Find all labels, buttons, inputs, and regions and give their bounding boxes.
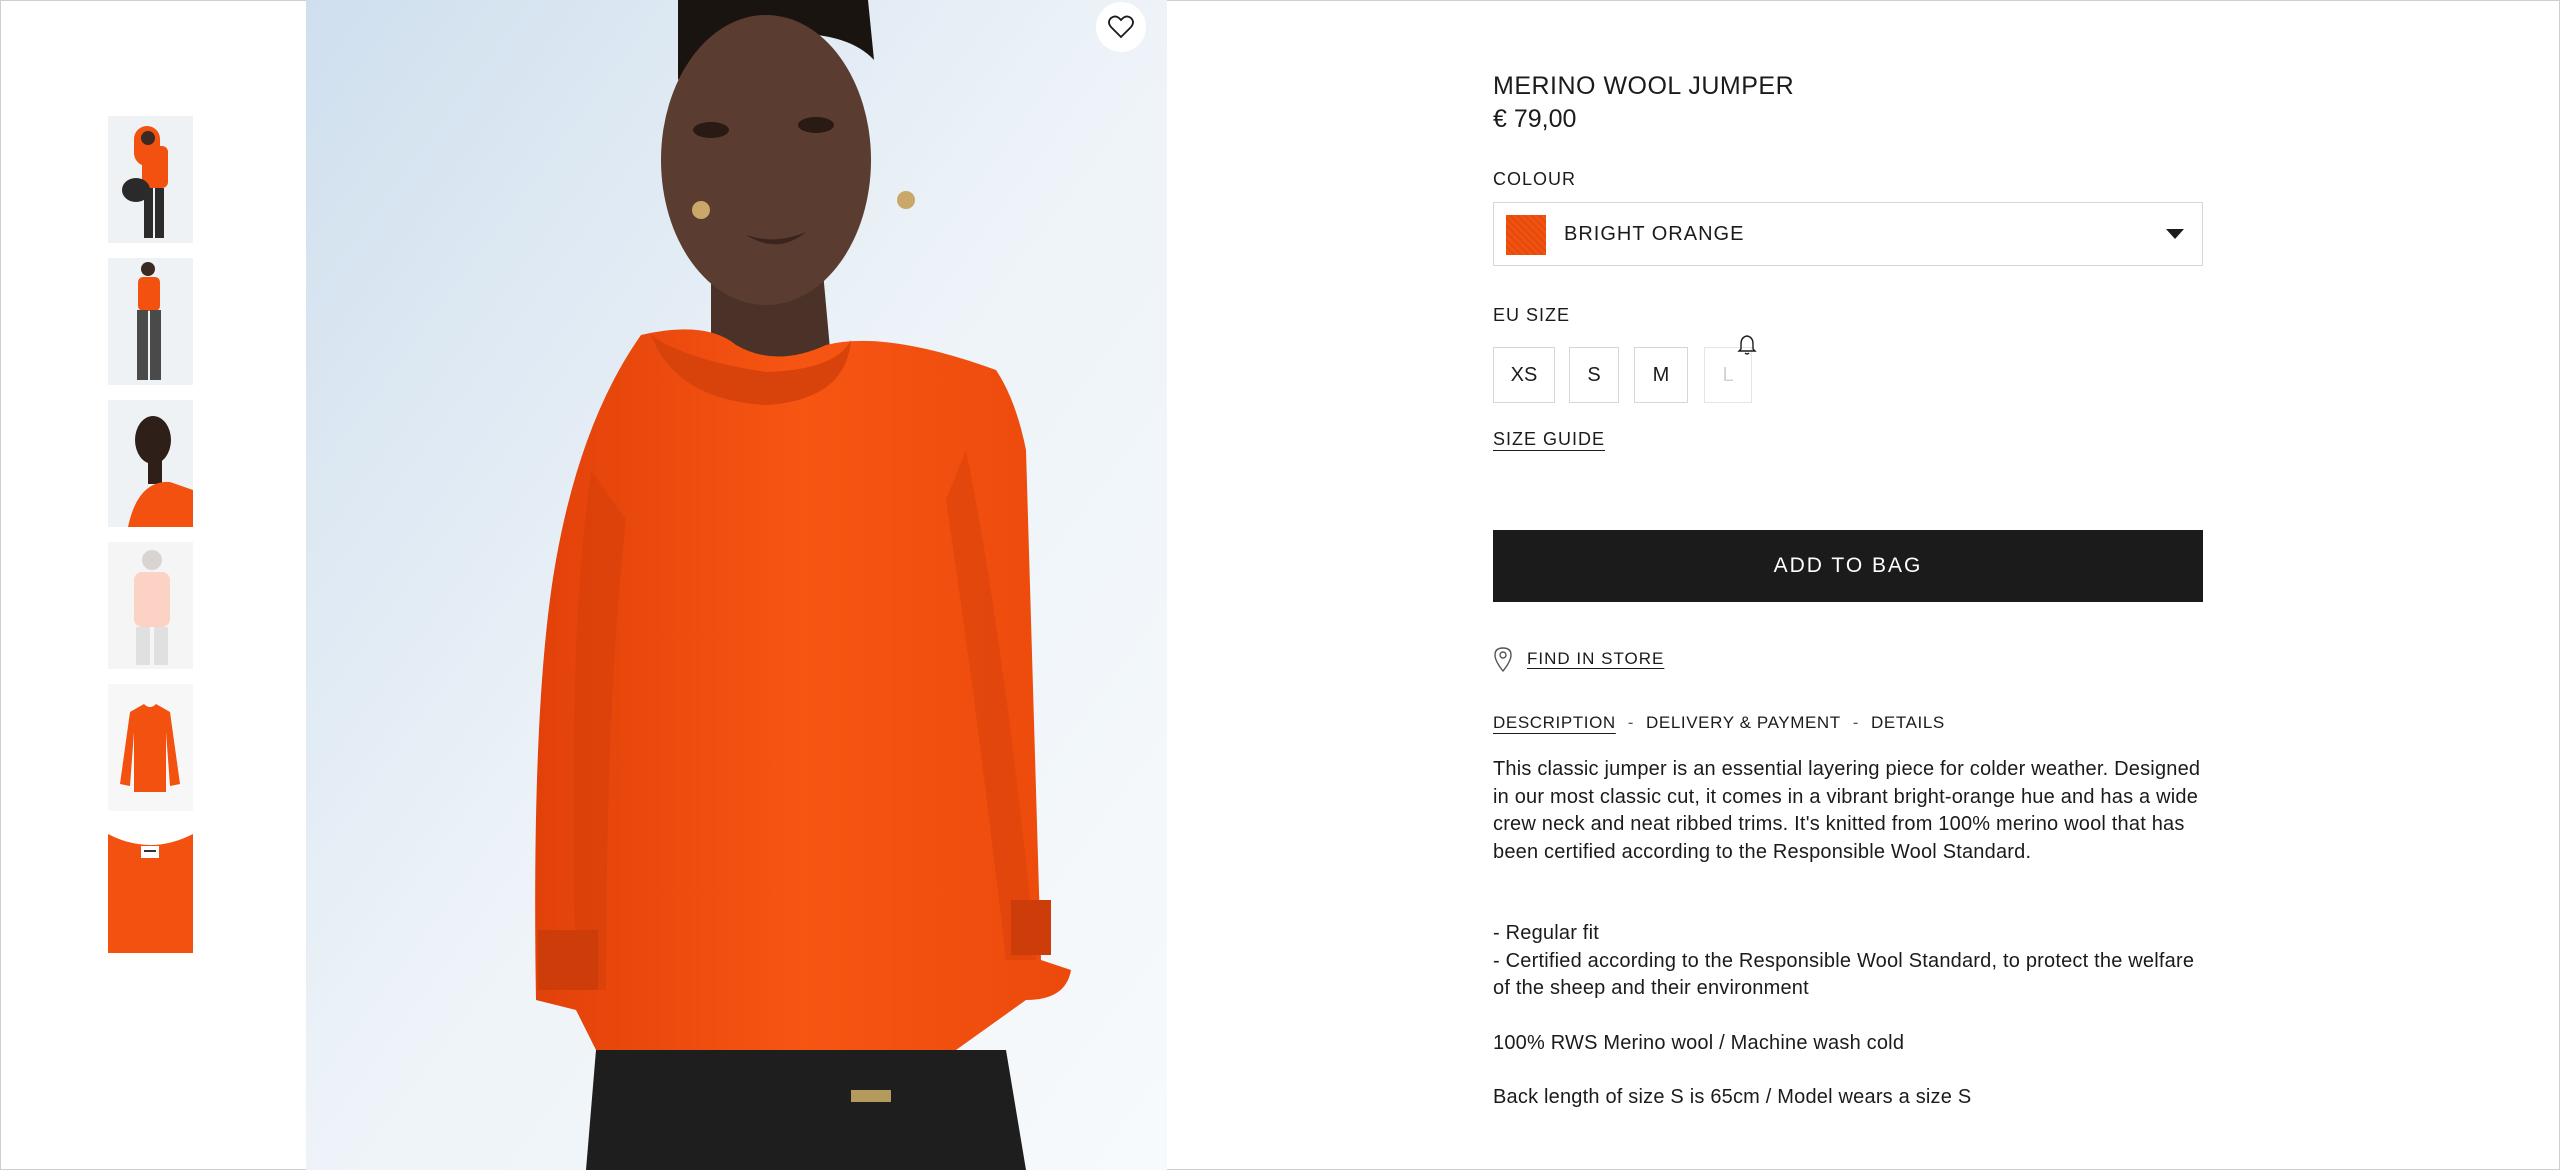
size-option-xs[interactable]: XS xyxy=(1493,347,1555,403)
favourite-button[interactable] xyxy=(1096,2,1146,52)
fit-note-text: Back length of size S is 65cm / Model we… xyxy=(1493,1086,1972,1108)
colour-swatch xyxy=(1506,215,1546,255)
location-pin-icon xyxy=(1494,647,1512,672)
tab-description[interactable]: DESCRIPTION xyxy=(1493,713,1616,733)
product-price: € 79,00 xyxy=(1493,105,1577,133)
thumbnail-2[interactable] xyxy=(108,258,193,385)
thumbnail-1[interactable] xyxy=(108,116,193,243)
tab-delivery-payment[interactable]: DELIVERY & PAYMENT xyxy=(1646,713,1841,733)
size-option-s[interactable]: S xyxy=(1569,347,1619,403)
add-to-bag-button[interactable]: ADD TO BAG xyxy=(1493,530,2203,602)
size-option-m[interactable]: M xyxy=(1634,347,1688,403)
colour-dropdown[interactable]: BRIGHT ORANGE xyxy=(1493,202,2203,266)
heart-icon xyxy=(1108,15,1134,39)
product-main-image[interactable] xyxy=(306,0,1167,1170)
find-in-store-label: FIND IN STORE xyxy=(1527,649,1665,668)
bell-icon[interactable] xyxy=(1737,334,1757,356)
description-bullet: - Regular fit xyxy=(1493,922,1599,944)
colour-selected-value: BRIGHT ORANGE xyxy=(1564,223,1745,245)
thumbnail-4[interactable] xyxy=(108,542,193,669)
chevron-down-icon xyxy=(2166,229,2184,239)
tab-separator: - xyxy=(1627,713,1635,732)
find-in-store-link[interactable]: FIND IN STORE xyxy=(1493,644,1664,674)
size-guide-link[interactable]: SIZE GUIDE xyxy=(1493,429,1605,450)
size-label: EU SIZE xyxy=(1493,305,1571,325)
thumbnail-5[interactable] xyxy=(108,684,193,811)
colour-label: COLOUR xyxy=(1493,169,1577,189)
description-bullet: - Certified according to the Responsible… xyxy=(1493,949,2195,1000)
thumbnail-3[interactable] xyxy=(108,400,193,527)
tab-separator: - xyxy=(1852,713,1860,732)
tab-details[interactable]: DETAILS xyxy=(1871,713,1945,733)
composition-text: 100% RWS Merino wool / Machine wash cold xyxy=(1493,1031,1905,1054)
thumbnail-6[interactable] xyxy=(108,826,193,953)
product-title: MERINO WOOL JUMPER xyxy=(1493,72,1795,100)
description-intro: This classic jumper is an essential laye… xyxy=(1493,758,2201,863)
description-text: This classic jumper is an essential laye… xyxy=(1493,756,2213,1112)
info-tabs: DESCRIPTION - DELIVERY & PAYMENT - DETAI… xyxy=(1493,713,1945,733)
